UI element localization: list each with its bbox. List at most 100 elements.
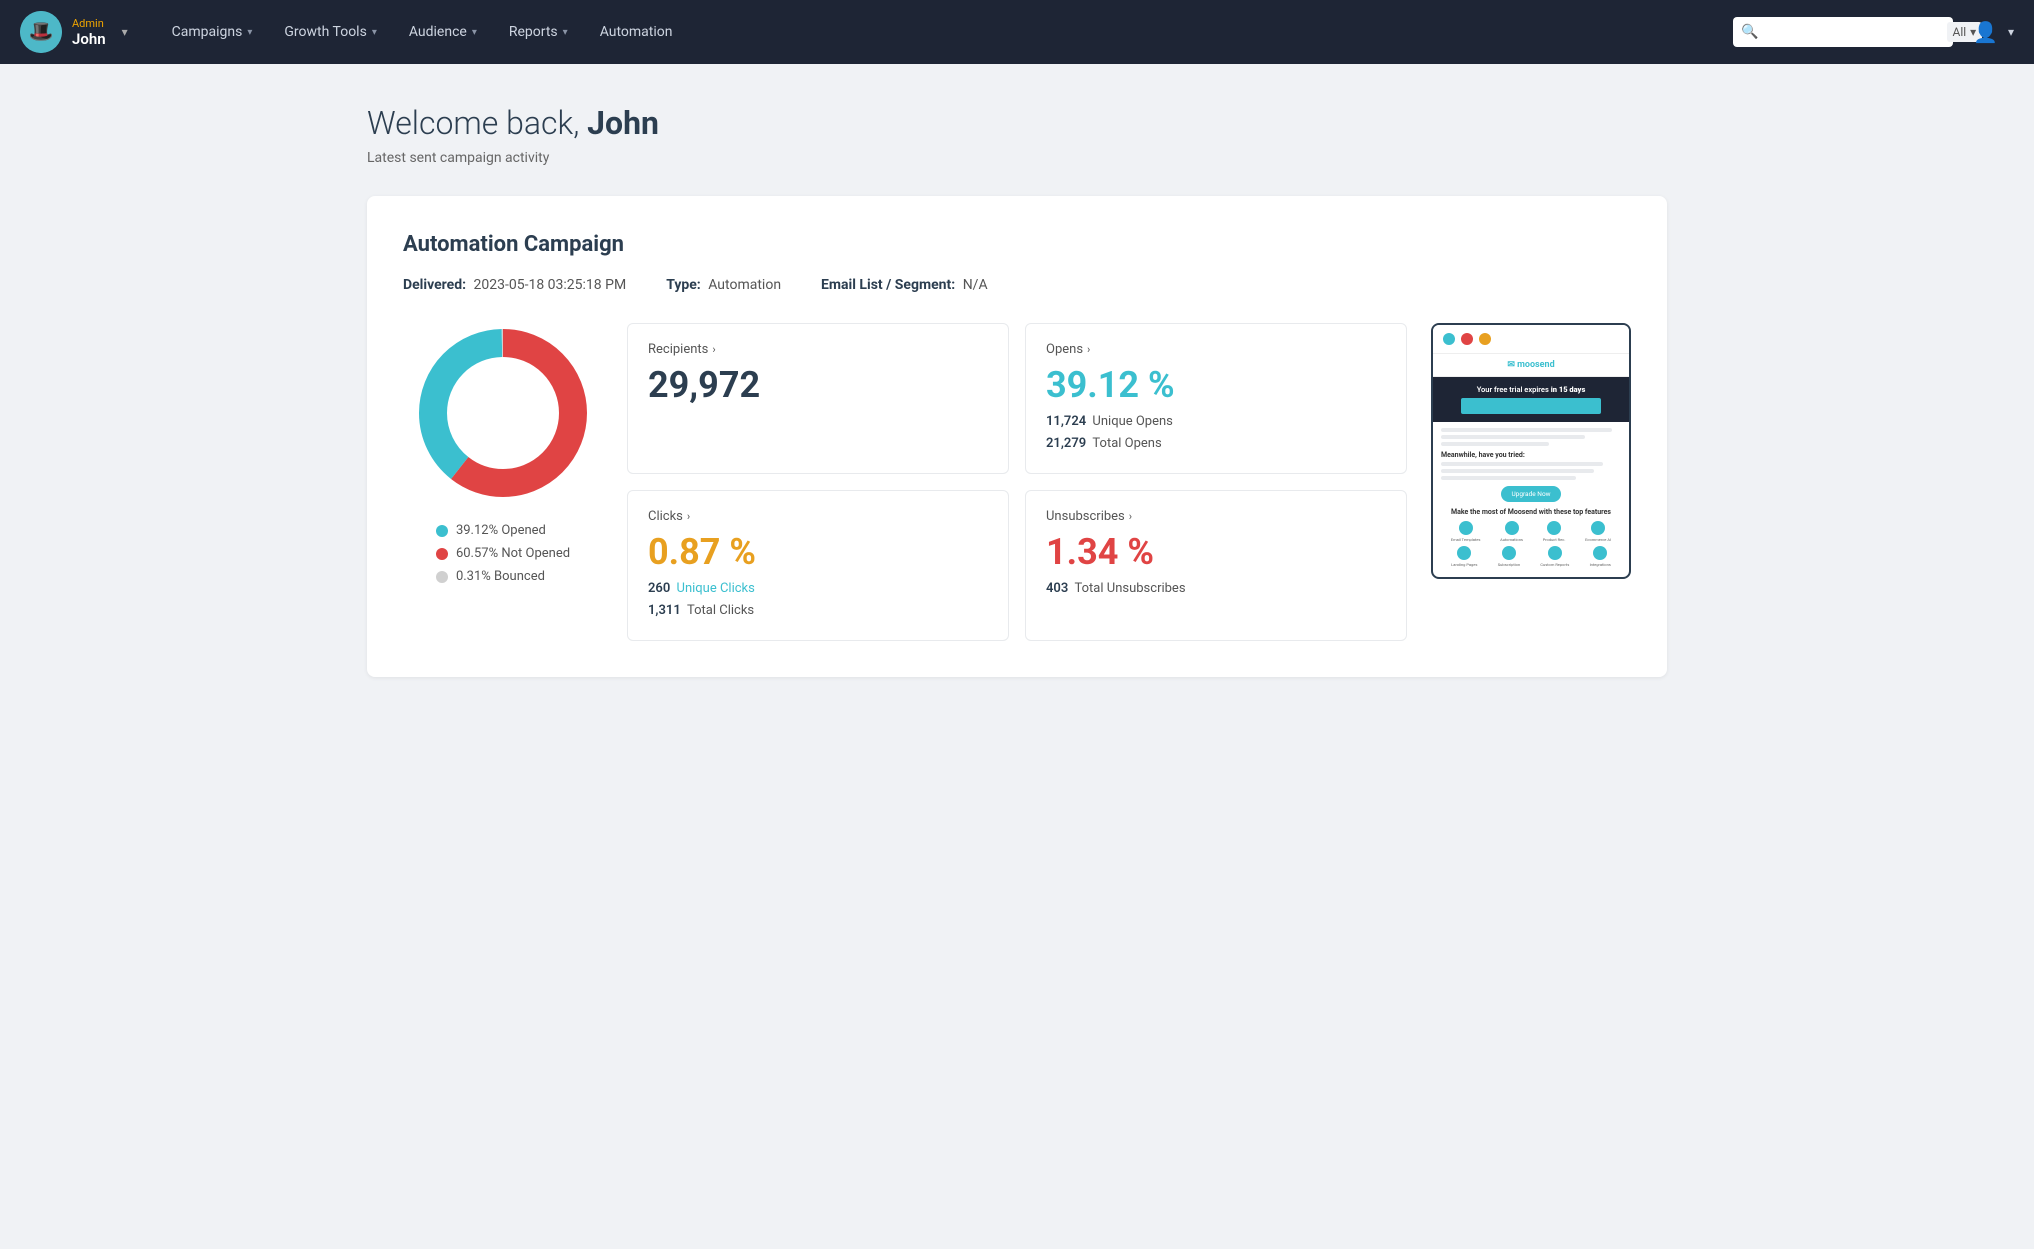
legend-label-bounced: 0.31% Bounced [456, 569, 545, 584]
opens-unique-label: Unique Opens [1092, 414, 1172, 429]
preview-features-title: Make the most of Moosend with these top … [1441, 508, 1621, 516]
metric-value-clicks: 0.87 % [648, 534, 988, 570]
preview-dot-teal [1443, 333, 1455, 345]
nav-user-role: Admin [72, 17, 106, 30]
email-preview: ✉ moosend Your free trial expires in 15 … [1431, 323, 1631, 579]
legend-dot-opened [436, 525, 448, 537]
type-label: Type: [666, 277, 701, 293]
ecommerce-icon [1591, 521, 1605, 535]
nav-logo-area[interactable]: 🎩 Admin John ▾ [20, 11, 128, 53]
legend-dot-bounced [436, 571, 448, 583]
preview-icon-custom-reports: Custom Reports [1540, 546, 1569, 567]
ecommerce-label: Ecommerce AI [1585, 537, 1611, 542]
preview-body: ✉ moosend Your free trial expires in 15 … [1433, 354, 1629, 577]
welcome-title: Welcome back, John [367, 104, 1667, 142]
metric-card-clicks: Clicks › 0.87 % 260 Unique Clicks 1,311 … [627, 490, 1009, 641]
nav-item-automation[interactable]: Automation [586, 16, 687, 48]
growth-tools-dropdown-icon: ▾ [372, 27, 377, 38]
preview-icons-row-2: Landing Pages Subscription Custom Report… [1441, 546, 1621, 567]
nav-menu: Campaigns ▾ Growth Tools ▾ Audience ▾ Re… [158, 16, 1733, 48]
custom-reports-label: Custom Reports [1540, 562, 1569, 567]
donut-chart [413, 323, 593, 503]
chart-legend: 39.12% Opened 60.57% Not Opened 0.31% Bo… [436, 523, 570, 584]
clicks-total-label: Total Clicks [687, 603, 754, 618]
preview-dot-red [1461, 333, 1473, 345]
nav-item-growth-tools[interactable]: Growth Tools ▾ [270, 16, 390, 48]
product-rec-icon [1547, 521, 1561, 535]
preview-upgrade-btn: Upgrade Now [1501, 486, 1561, 502]
opens-arrow: › [1087, 343, 1090, 356]
unsub-label: Total Unsubscribes [1075, 581, 1186, 596]
legend-not-opened: 60.57% Not Opened [436, 546, 570, 561]
nav-label-campaigns: Campaigns [172, 24, 243, 40]
navbar: 🎩 Admin John ▾ Campaigns ▾ Growth Tools … [0, 0, 2034, 64]
recipients-arrow: › [712, 343, 715, 356]
metric-label-clicks[interactable]: Clicks › [648, 509, 988, 524]
nav-user-arrow[interactable]: ▾ [2008, 25, 2014, 39]
welcome-name: John [587, 104, 659, 142]
metric-label-unsubscribes[interactable]: Unsubscribes › [1046, 509, 1386, 524]
donut-section: 39.12% Opened 60.57% Not Opened 0.31% Bo… [403, 323, 603, 584]
search-icon: 🔍 [1741, 24, 1758, 40]
metric-card-unsubscribes: Unsubscribes › 1.34 % 403 Total Unsubscr… [1025, 490, 1407, 641]
metric-grid: Recipients › 29,972 Opens › 39.12 % 11,7… [627, 323, 1407, 641]
preview-logo: ✉ moosend [1433, 354, 1629, 377]
metric-label-opens[interactable]: Opens › [1046, 342, 1386, 357]
preview-icon-automations: Automations [1500, 521, 1523, 542]
nav-label-growth-tools: Growth Tools [284, 24, 366, 40]
segment-label: Email List / Segment: [821, 277, 955, 293]
preview-titlebar [1433, 325, 1629, 354]
stats-area: 39.12% Opened 60.57% Not Opened 0.31% Bo… [403, 323, 1631, 641]
landing-icon [1457, 546, 1471, 560]
preview-line-2 [1441, 435, 1585, 439]
campaigns-dropdown-icon: ▾ [247, 27, 252, 38]
metric-sub-unsubscribes: 403 Total Unsubscribes [1046, 578, 1386, 600]
metric-sub-clicks: 260 Unique Clicks 1,311 Total Clicks [648, 578, 988, 622]
email-templates-label: Email Templates [1451, 537, 1481, 542]
metric-card-opens: Opens › 39.12 % 11,724 Unique Opens 21,2… [1025, 323, 1407, 474]
nav-label-reports: Reports [509, 24, 558, 40]
segment-value: N/A [963, 277, 988, 293]
search-input[interactable] [1765, 25, 1941, 40]
nav-item-campaigns[interactable]: Campaigns ▾ [158, 16, 267, 48]
preview-icon-product-rec: Product Rec. [1543, 521, 1566, 542]
nav-item-audience[interactable]: Audience ▾ [395, 16, 491, 48]
legend-dot-not-opened [436, 548, 448, 560]
delivered-label: Delivered: [403, 277, 466, 293]
landing-label: Landing Pages [1451, 562, 1477, 567]
legend-label-not-opened: 60.57% Not Opened [456, 546, 570, 561]
clicks-unique-count: 260 [648, 581, 670, 596]
preview-line-4 [1441, 462, 1603, 466]
nav-item-reports[interactable]: Reports ▾ [495, 16, 582, 48]
legend-bounced: 0.31% Bounced [436, 569, 570, 584]
preview-icon-integrations: Integrations [1590, 546, 1611, 567]
legend-label-opened: 39.12% Opened [456, 523, 546, 538]
nav-label-audience: Audience [409, 24, 467, 40]
subscription-label: Subscription [1498, 562, 1520, 567]
metric-value-opens: 39.12 % [1046, 367, 1386, 403]
preview-dot-yellow [1479, 333, 1491, 345]
nav-logo: 🎩 [20, 11, 62, 53]
nav-user-profile-icon[interactable]: 👤 [1973, 20, 1998, 44]
clicks-arrow: › [687, 510, 690, 523]
preview-icon-landing: Landing Pages [1451, 546, 1477, 567]
preview-header-text: Your free trial expires in 15 days [1477, 385, 1586, 394]
preview-heading: Meanwhile, have you tried: [1441, 451, 1621, 459]
campaign-title: Automation Campaign [403, 232, 1631, 257]
metric-label-recipients[interactable]: Recipients › [648, 342, 988, 357]
legend-opened: 39.12% Opened [436, 523, 570, 538]
preview-line-5 [1441, 469, 1594, 473]
clicks-total-count: 1,311 [648, 603, 681, 618]
preview-content: Meanwhile, have you tried: Upgrade Now M… [1433, 422, 1629, 577]
integrations-icon [1593, 546, 1607, 560]
search-filter-label: All [1953, 25, 1967, 39]
metric-value-recipients: 29,972 [648, 367, 988, 403]
nav-user-name: John [72, 30, 106, 48]
nav-search-area: 🔍 All ▾ 👤 ▾ [1733, 17, 2014, 47]
page-content: Welcome back, John Latest sent campaign … [317, 64, 1717, 717]
delivered-field: Delivered: 2023-05-18 03:25:18 PM [403, 277, 626, 293]
audience-dropdown-icon: ▾ [472, 27, 477, 38]
preview-icon-email-templates: Email Templates [1451, 521, 1481, 542]
user-dropdown-icon[interactable]: ▾ [122, 25, 128, 39]
welcome-prefix: Welcome back, [367, 104, 587, 142]
